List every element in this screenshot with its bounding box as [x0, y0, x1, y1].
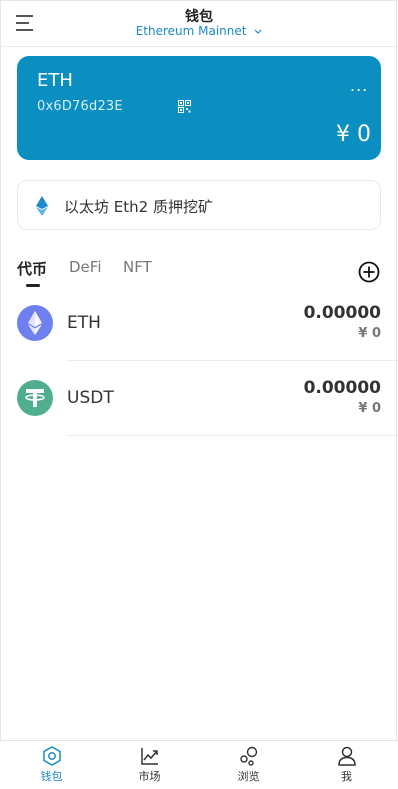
ethereum-diamond-icon [36, 196, 48, 216]
token-amount: 0.00000 [303, 378, 381, 398]
token-fiat-value: ¥ 0 [358, 326, 381, 341]
nav-label: 市场 [138, 770, 161, 783]
qr-code-icon[interactable] [178, 100, 191, 113]
ethereum-icon [17, 305, 53, 341]
tab-nft[interactable]: NFT [123, 258, 152, 276]
header: 钱包 Ethereum Mainnet [0, 0, 398, 47]
tether-icon [17, 380, 53, 416]
promo-text: 以太坊 Eth2 质押挖矿 [64, 198, 213, 216]
wallet-icon [43, 746, 61, 766]
add-token-icon[interactable] [358, 261, 380, 283]
chevron-down-icon [254, 29, 262, 34]
profile-icon [338, 746, 356, 766]
nav-label: 我 [341, 770, 352, 783]
row-divider [67, 435, 398, 436]
wallet-address[interactable]: 0x6D76d23E [37, 99, 123, 114]
nav-browse[interactable]: 浏览 [199, 741, 298, 787]
staking-promo-banner[interactable]: 以太坊 Eth2 质押挖矿 [17, 180, 381, 230]
token-row-eth[interactable]: ETH 0.00000 ¥ 0 [0, 287, 398, 361]
more-options-button[interactable]: ... [350, 76, 368, 95]
token-row-usdt[interactable]: USDT 0.00000 ¥ 0 [0, 362, 398, 436]
market-chart-icon [141, 748, 158, 765]
tab-tokens[interactable]: 代币 [17, 258, 47, 279]
wallet-name: ETH [37, 70, 73, 91]
nav-wallet[interactable]: 钱包 [2, 741, 101, 787]
token-amount: 0.00000 [303, 303, 381, 323]
nav-profile[interactable]: 我 [297, 741, 396, 787]
nav-label: 浏览 [237, 770, 260, 783]
token-symbol: USDT [67, 388, 114, 408]
network-selector[interactable]: Ethereum Mainnet [0, 24, 398, 38]
browse-icon [240, 746, 258, 766]
nav-label: 钱包 [40, 770, 63, 783]
page-title: 钱包 [185, 9, 213, 25]
row-divider [67, 360, 398, 361]
wallet-balance: ¥ 0 [336, 122, 371, 147]
token-symbol: ETH [67, 313, 101, 333]
bottom-nav: 钱包 市场 浏览 我 [0, 740, 398, 789]
tab-defi[interactable]: DeFi [69, 258, 101, 276]
wallet-card[interactable]: ETH 0x6D76d23E ... ¥ 0 [17, 56, 381, 160]
nav-market[interactable]: 市场 [100, 741, 199, 787]
token-fiat-value: ¥ 0 [358, 401, 381, 416]
network-label: Ethereum Mainnet [135, 24, 247, 38]
